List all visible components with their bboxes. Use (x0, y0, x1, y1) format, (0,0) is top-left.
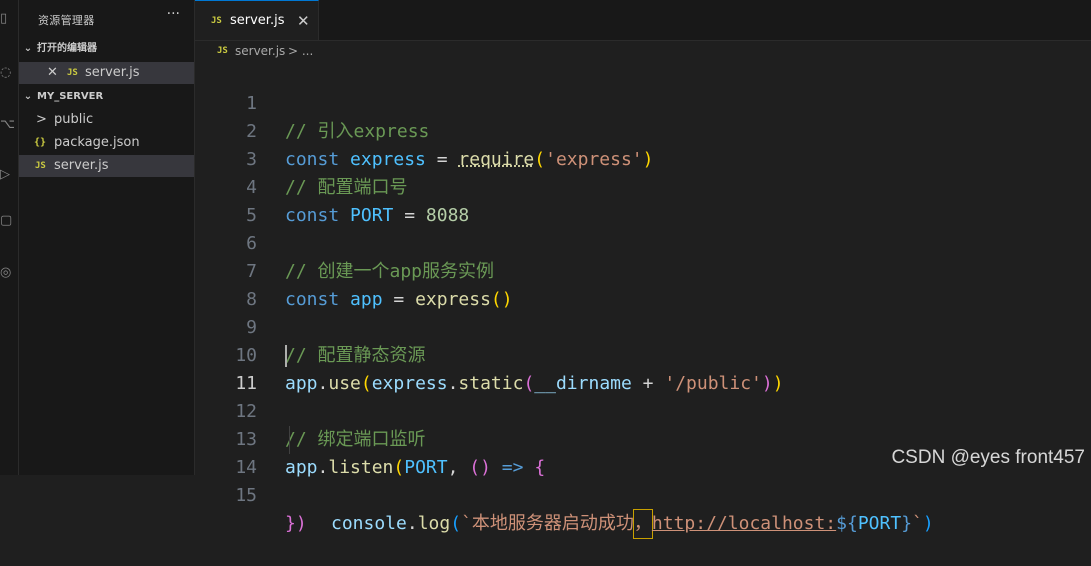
project-section[interactable]: ⌄ MY_SERVER (19, 86, 194, 108)
indent-guide (289, 426, 290, 454)
open-editors-section[interactable]: ⌄ 打开的编辑器 (19, 38, 194, 60)
url-link[interactable]: http://localhost: (652, 513, 836, 534)
tree-item-label: public (54, 112, 94, 127)
chevron-right-icon: > (36, 112, 47, 127)
json-file-icon: {} (34, 137, 47, 148)
open-editors-label: 打开的编辑器 (37, 43, 97, 54)
code-line-active: 11 (195, 342, 1091, 394)
code-line: 4 const PORT = 8088 (195, 146, 1091, 226)
line-number: 15 (235, 485, 257, 506)
code-line: 13 app.listen(PORT, () => { (195, 398, 1091, 478)
code-line: 12 // 绑定端口监听 (195, 370, 1091, 450)
open-editor-item-server-js[interactable]: ✕ JS server.js (19, 62, 194, 84)
code-token: 本地服务器启动成功 (471, 513, 634, 534)
chevron-down-icon: ⌄ (23, 43, 33, 54)
js-file-icon: JS (35, 161, 46, 171)
highlighted-char: ， (632, 509, 653, 539)
project-label: MY_SERVER (37, 91, 104, 102)
more-actions-icon[interactable]: ··· (167, 6, 180, 22)
code-token: }) (285, 510, 307, 538)
tab-server-js[interactable]: JS server.js ✕ (195, 0, 319, 40)
explorer-icon[interactable]: ▯ (0, 12, 14, 26)
code-token: }) (285, 513, 307, 534)
chevron-down-icon: ⌄ (23, 91, 33, 102)
code-line: 3 // 配置端口号 (195, 118, 1091, 198)
code-token: } (901, 513, 913, 534)
code-editor[interactable]: 1 // 引入express 2 const express = require… (195, 62, 1091, 539)
tree-item-label: package.json (54, 135, 140, 150)
tab-label: server.js (230, 13, 285, 28)
open-editor-filename: server.js (85, 65, 140, 80)
search-icon[interactable]: ◌ (0, 66, 14, 80)
code-token: ` (912, 513, 923, 534)
code-line: 2 const express = require('express') (195, 90, 1091, 170)
explorer-sidebar: 资源管理器 ··· ⌄ 打开的编辑器 ✕ JS server.js ⌄ MY_SER… (19, 0, 195, 475)
run-debug-icon[interactable]: ▷ (0, 168, 14, 182)
code-token: log (417, 513, 451, 534)
editor-tab-bar: JS server.js ✕ (195, 0, 1091, 41)
code-token: console (331, 513, 407, 534)
watermark: CSDN @eyes front457 (891, 447, 1085, 468)
breadcrumb-file[interactable]: server.js (235, 41, 285, 61)
extensions-icon[interactable]: ▢ (0, 214, 14, 228)
source-control-icon[interactable]: ⌥ (0, 118, 15, 132)
code-line: 6 // 创建一个app服务实例 (195, 202, 1091, 282)
js-file-icon: JS (67, 68, 78, 78)
code-line: 5 (195, 174, 1091, 226)
code-line: 8 (195, 258, 1091, 310)
tree-item-server-js[interactable]: JS server.js (19, 155, 194, 177)
code-line: 7 const app = express() (195, 230, 1091, 310)
breadcrumb: JS server.js > ... (195, 41, 1091, 61)
code-token: console.log(`本地服务器启动成功，http://localhost:… (331, 509, 934, 539)
text-cursor (285, 345, 287, 367)
tree-item-package-json[interactable]: {} package.json (19, 132, 194, 154)
code-token: PORT (857, 513, 902, 534)
code-token: ` (461, 513, 472, 534)
code-line: 9 // 配置静态资源 (195, 286, 1091, 366)
code-token: ${ (836, 513, 858, 534)
code-token: . (406, 513, 418, 534)
js-file-icon: JS (211, 16, 222, 26)
tree-item-label: server.js (54, 158, 109, 173)
code-line: 10 app.use(express.static(__dirname + '/… (195, 314, 1091, 394)
js-file-icon: JS (217, 46, 228, 56)
explorer-title: 资源管理器 (38, 14, 95, 27)
close-icon[interactable]: ✕ (47, 62, 58, 84)
activity-bar: ▯ ◌ ⌥ ▷ ▢ ◎ (0, 0, 19, 475)
code-token: ( (450, 513, 462, 534)
code-line: 1 // 引入express (195, 62, 1091, 142)
close-icon[interactable]: ✕ (297, 1, 310, 41)
remote-icon[interactable]: ◎ (0, 266, 14, 280)
code-token: ) (922, 513, 934, 534)
breadcrumb-rest[interactable]: > ... (288, 41, 313, 61)
tree-item-public[interactable]: > public (19, 109, 194, 131)
